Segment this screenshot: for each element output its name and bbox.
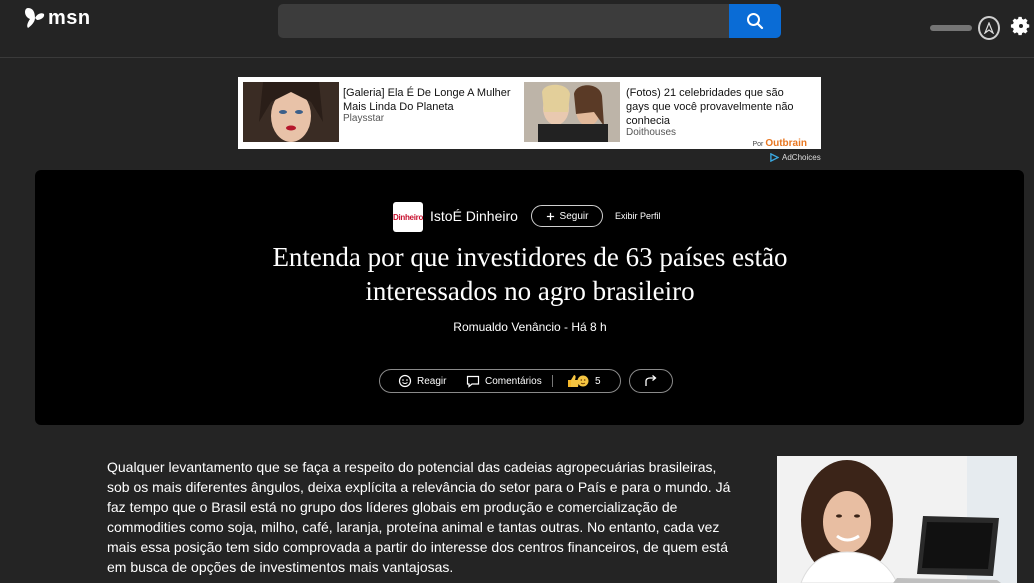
share-icon bbox=[644, 375, 657, 386]
adchoices-label: AdChoices bbox=[782, 153, 821, 162]
ad-title[interactable]: (Fotos) 21 celebridades que são gays que… bbox=[626, 86, 806, 128]
article-actions: Reagir Comentários 5 bbox=[379, 369, 621, 393]
top-bar: msn bbox=[0, 0, 1034, 58]
search-icon bbox=[747, 13, 764, 30]
follow-label: Seguir bbox=[559, 210, 589, 222]
react-button[interactable]: Reagir bbox=[398, 370, 446, 392]
reactions-summary[interactable]: 5 bbox=[566, 370, 601, 392]
article-byline: Romualdo Venâncio - Há 8 h bbox=[453, 320, 607, 334]
search-box bbox=[278, 4, 781, 40]
adchoices-icon bbox=[770, 153, 779, 162]
reactions-count: 5 bbox=[595, 375, 601, 387]
butterfly-icon bbox=[25, 8, 45, 28]
react-label: Reagir bbox=[417, 375, 447, 387]
msn-logo[interactable]: msn bbox=[24, 6, 91, 30]
ad-item[interactable]: [Galeria] Ela É De Longe A Mulher Mais L… bbox=[243, 82, 513, 142]
gear-icon bbox=[1010, 16, 1030, 36]
article-image[interactable] bbox=[777, 456, 1017, 583]
rewards-button[interactable] bbox=[978, 16, 1000, 40]
thumbs-up-emoji-icon bbox=[568, 375, 589, 387]
view-profile-link[interactable]: Exibir Perfil bbox=[615, 211, 661, 221]
logo-text: msn bbox=[48, 6, 91, 29]
share-button[interactable] bbox=[629, 369, 673, 393]
comments-label: Comentários bbox=[485, 375, 542, 387]
ad-item[interactable]: (Fotos) 21 celebridades que são gays que… bbox=[524, 82, 814, 142]
publisher-logo[interactable]: Dinheiro bbox=[393, 202, 423, 232]
adchoices[interactable]: AdChoices bbox=[770, 153, 821, 162]
follow-button[interactable]: Seguir bbox=[531, 205, 603, 227]
publisher-name[interactable]: IstoÉ Dinheiro bbox=[430, 208, 518, 224]
comment-icon bbox=[466, 375, 480, 388]
user-name[interactable] bbox=[930, 25, 972, 31]
medal-icon bbox=[984, 22, 994, 34]
article-title: Entenda por que investidores de 63 paíse… bbox=[272, 242, 788, 306]
ad-image bbox=[524, 82, 620, 142]
ad-title[interactable]: [Galeria] Ela É De Longe A Mulher Mais L… bbox=[343, 86, 513, 114]
ad-source: Doithouses bbox=[626, 127, 677, 138]
comments-button[interactable]: Comentários bbox=[466, 370, 542, 392]
smiley-plus-icon bbox=[398, 374, 412, 388]
ad-source: Playsstar bbox=[343, 113, 385, 124]
article-body: Qualquer levantamento que se faça a resp… bbox=[107, 459, 731, 575]
outbrain-credit[interactable]: Por Outbrain bbox=[752, 138, 807, 149]
ad-banner[interactable]: [Galeria] Ela É De Longe A Mulher Mais L… bbox=[238, 77, 821, 149]
ad-image bbox=[243, 82, 339, 142]
outbrain-brand: Outbrain bbox=[765, 138, 807, 149]
search-input[interactable] bbox=[278, 4, 742, 40]
divider bbox=[552, 375, 553, 387]
publisher-logo-text: Dinheiro bbox=[392, 212, 424, 222]
plus-icon bbox=[546, 212, 554, 220]
settings-button[interactable] bbox=[1010, 15, 1032, 37]
search-button[interactable] bbox=[729, 4, 781, 38]
powered-by-label: Por bbox=[752, 141, 764, 148]
